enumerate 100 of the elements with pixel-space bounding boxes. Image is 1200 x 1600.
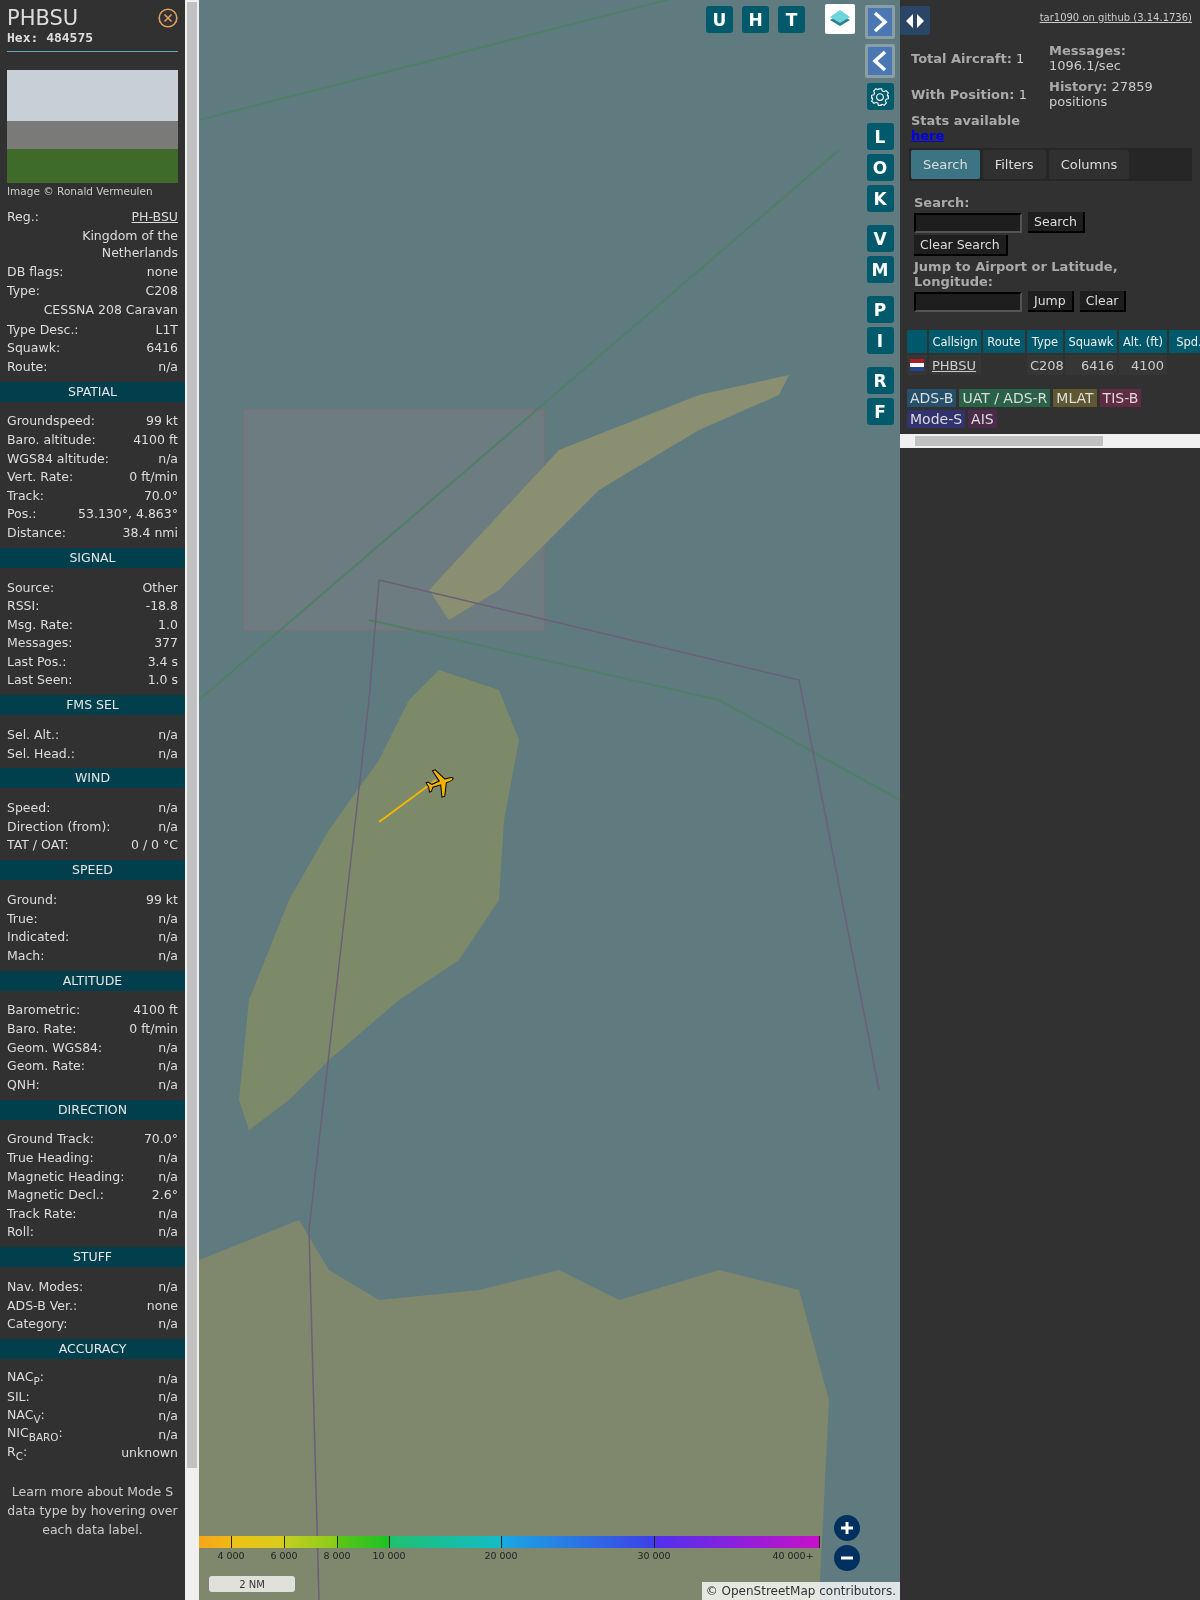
field-value: n/a [158, 1150, 178, 1165]
field-label: R$_{C}$: [7, 1443, 28, 1462]
map-toggle-button[interactable]: H [742, 6, 769, 33]
altitude-label: 6 000 [269, 1550, 299, 1561]
field-label: Type Desc.: [7, 321, 79, 337]
stat-text: Total Aircraft: 1 [911, 50, 1026, 66]
field-value: 99 kt [145, 413, 178, 429]
clear-button[interactable]: Clear [1079, 291, 1127, 312]
map-toggle-button[interactable]: I [866, 327, 894, 354]
aircraft-title: PHBSU [7, 6, 80, 30]
source-tag: UAT / ADS-R [959, 389, 1051, 407]
field-value: n/a [158, 800, 178, 816]
field-value: n/a [158, 727, 178, 743]
field-label: Indicated: [7, 929, 70, 945]
table-cell: C208 [1027, 355, 1063, 375]
field-label: Nav. Modes: [7, 1278, 84, 1294]
stat-text: With Position: 1 [911, 86, 1028, 102]
field-label: Track Rate: [7, 1205, 77, 1221]
callsign-link[interactable]: PHBSU [932, 357, 977, 373]
field-value: 0 ft/min [129, 469, 178, 485]
table-header[interactable]: Squawk [1065, 330, 1117, 353]
table-header[interactable]: Type [1027, 330, 1063, 353]
field-label: Last Seen: [7, 672, 73, 688]
field-value: 1.0 [158, 616, 178, 632]
tab[interactable]: Columns [1048, 150, 1130, 179]
map-toggle-button[interactable]: P [866, 296, 894, 323]
field-value: 2.6° [151, 1187, 178, 1203]
scrollbar[interactable] [185, 0, 199, 1600]
github-link[interactable]: tar1090 on github (3.14.1736) [1039, 12, 1192, 23]
registration-link[interactable]: PH-BSU [131, 208, 178, 224]
field-label: NAC$_{P}$: [7, 1369, 44, 1387]
field-value: 0 / 0 °C [131, 837, 178, 853]
toggle-sidebar-button[interactable] [900, 6, 930, 35]
altitude-label: 30 000 [636, 1550, 672, 1561]
field-label: Baro. altitude: [7, 431, 96, 447]
field-label: NIC$_{BARO}$: [7, 1425, 63, 1443]
field-label: Ground: [7, 892, 58, 908]
field-value: 70.0° [143, 1131, 178, 1147]
layers-icon[interactable] [825, 4, 855, 34]
field-value: unknown [121, 1445, 178, 1461]
field-value: 377 [154, 635, 178, 651]
section-header: SPEED [0, 860, 185, 881]
field-label: Sel. Alt.: [7, 727, 60, 743]
help-text: Learn more about Mode S data type by hovering over each data label. [6, 1482, 179, 1539]
map-toggle-button[interactable]: K [866, 185, 894, 212]
source-tag: TIS-B [1099, 389, 1142, 407]
map-toggle-button[interactable]: U [706, 6, 733, 33]
hex-code: Hex: 484575 [7, 30, 94, 45]
field-value: 38.4 nmi [122, 524, 178, 540]
field-label: Messages: [7, 635, 73, 651]
map-toggle-button[interactable]: F [866, 398, 894, 425]
search-field[interactable] [914, 212, 1022, 233]
field-label: Magnetic Heading: [7, 1168, 125, 1184]
map-toggle-button[interactable]: M [866, 256, 894, 283]
field-label: Geom. WGS84: [7, 1039, 103, 1055]
map-toggle-button[interactable]: T [778, 6, 805, 33]
field-label: WGS84 altitude: [7, 450, 110, 466]
table-cell: 6416 [1065, 355, 1117, 375]
tab[interactable]: Filters [982, 150, 1046, 179]
osm-link[interactable]: OpenStreetMap [721, 1584, 816, 1598]
table-header[interactable]: Route [983, 330, 1025, 353]
field-value: -18.8 [145, 598, 178, 614]
jump-button[interactable]: Jump [1028, 291, 1074, 312]
airplane-icon[interactable] [423, 766, 457, 800]
section-header: SIGNAL [0, 547, 185, 568]
jump-field[interactable] [914, 291, 1022, 312]
field-label: Vert. Rate: [7, 469, 74, 485]
section-header: SPATIAL [0, 381, 185, 402]
altitude-label: 4 000 [216, 1550, 246, 1561]
field-value: 4100 ft [133, 431, 178, 447]
field-label: NAC$_{V}$: [7, 1406, 45, 1425]
expand-button[interactable] [865, 5, 895, 39]
zoom-out-icon[interactable] [834, 1545, 860, 1571]
field-label: Squawk: [7, 340, 61, 356]
search-button[interactable]: Search [1028, 212, 1085, 233]
tab[interactable]: Search [911, 150, 980, 179]
jump-label: Jump to Airport or Latitude, Longitude: [914, 259, 1119, 289]
field-value: 3.4 s [147, 653, 178, 669]
map-toggle-button[interactable]: O [866, 154, 894, 181]
field-label: Sel. Head.: [7, 745, 75, 761]
horizontal-scrollbar[interactable] [900, 434, 1200, 448]
map-toggle-button[interactable]: R [866, 367, 894, 394]
zoom-in-icon[interactable] [834, 1515, 860, 1541]
field-label: Mach: [7, 947, 45, 963]
field-value: n/a [158, 745, 178, 761]
collapse-button[interactable] [865, 44, 895, 78]
table-header[interactable]: Callsign [929, 330, 981, 353]
field-value: n/a [158, 1316, 178, 1332]
scale-bar: 2 NM [209, 1576, 295, 1592]
table-header[interactable]: Spd. [1169, 330, 1200, 353]
map-toggle-button[interactable]: L [866, 123, 894, 150]
field-label: Last Pos.: [7, 653, 67, 669]
table-header[interactable]: Alt. (ft) [1119, 330, 1167, 353]
section-header: FMS SEL [0, 695, 185, 716]
map[interactable]: U H T L O K V M P I R F 4 000 6 000 8 000 10 000 20 000 30 000 40 000+ 2 NM © OpenStreetMap contributors. [199, 0, 900, 1600]
field-note: CESSNA 208 Caravan [42, 300, 178, 319]
field-value: 53.130°, 4.863° [78, 506, 178, 522]
clear-search-button[interactable]: Clear Search [914, 235, 1008, 256]
settings-icon[interactable] [866, 83, 894, 110]
map-toggle-button[interactable]: V [866, 225, 894, 252]
